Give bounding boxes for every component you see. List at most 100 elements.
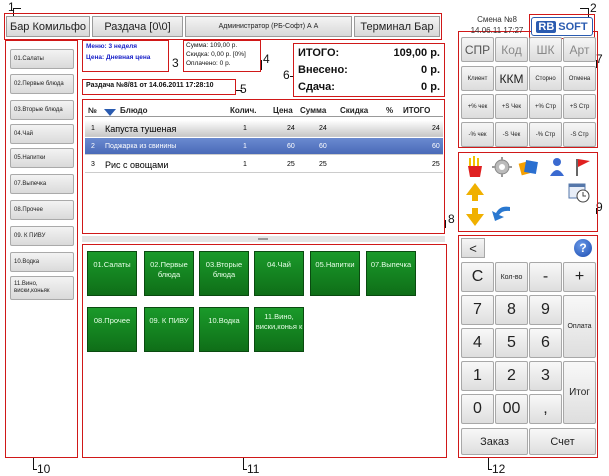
kkm-button[interactable]: ККМ <box>495 66 528 91</box>
person-icon[interactable] <box>545 155 569 179</box>
flag-icon[interactable] <box>571 155 595 179</box>
tile-button[interactable]: 05.Напитки <box>310 251 360 296</box>
row-qty: 1 <box>243 143 247 150</box>
client-button[interactable]: Клиент <box>461 66 494 91</box>
total-button[interactable]: Итог <box>563 361 596 424</box>
change-value: 0 р. <box>421 81 440 93</box>
comma-button[interactable]: , <box>529 394 562 424</box>
category-button[interactable]: 07.Выпечка <box>10 174 74 194</box>
shift-label: Смена №8 <box>477 15 517 24</box>
digit-3-button[interactable]: 3 <box>529 361 562 391</box>
arrow-up-icon[interactable] <box>463 180 487 204</box>
category-button[interactable]: 01.Салаты <box>10 49 74 69</box>
digit-4-button[interactable]: 4 <box>461 328 494 358</box>
col-percent: % <box>386 106 394 115</box>
arrow-down-icon[interactable] <box>463 205 487 229</box>
terminal-button[interactable]: Терминал Бар <box>354 16 440 37</box>
row-sum: 60 <box>319 143 327 150</box>
category-button[interactable]: 02.Первые блюда <box>10 74 74 94</box>
plus-pct-line-button[interactable]: +% Стр <box>529 94 562 119</box>
clear-button[interactable]: C <box>461 262 494 292</box>
mode-code-button[interactable]: Код <box>495 37 528 62</box>
minus-pct-check-button[interactable]: -% чек <box>461 122 494 147</box>
minus-sum-line-button[interactable]: -S Стр <box>563 122 596 147</box>
cards-icon[interactable] <box>517 155 541 179</box>
table-row-selected[interactable]: 2 Поджарка из свинины 1 60 60 60 <box>85 138 443 155</box>
order-button[interactable]: Заказ <box>461 428 528 455</box>
help-icon[interactable]: ? <box>574 239 592 257</box>
tile-button[interactable]: 11.Вино, виски,конья к <box>254 307 304 352</box>
callout-4: 4 <box>263 52 270 66</box>
splitter[interactable] <box>82 236 445 242</box>
clock-window-icon[interactable] <box>567 180 591 204</box>
bill-button[interactable]: Счет <box>529 428 596 455</box>
digit-5-button[interactable]: 5 <box>495 328 528 358</box>
tile-button[interactable]: 08.Прочее <box>87 307 137 352</box>
station-button[interactable]: Раздача [0\0] <box>92 16 183 37</box>
quantity-button[interactable]: Кол-во <box>495 262 528 292</box>
price-type: Цена: Дневная цена <box>86 54 151 61</box>
row-num: 3 <box>91 161 95 168</box>
minus-button[interactable]: - <box>529 262 562 292</box>
row-price: 24 <box>287 125 295 132</box>
menu-name: Меню: 3 неделя <box>86 43 138 50</box>
digit-1-button[interactable]: 1 <box>461 361 494 391</box>
row-dish: Поджарка из свинины <box>105 143 177 150</box>
tile-button[interactable]: 02.Первые блюда <box>144 251 194 296</box>
row-num: 2 <box>91 143 95 150</box>
tile-button[interactable]: 10.Водка <box>199 307 249 352</box>
logo-soft: SOFT <box>558 20 588 33</box>
category-button[interactable]: 09. К ПИВУ <box>10 226 74 246</box>
mode-spr-button[interactable]: СПР <box>461 37 494 62</box>
mode-art-button[interactable]: Арт <box>563 37 596 62</box>
digit-7-button[interactable]: 7 <box>461 295 494 325</box>
digit-00-button[interactable]: 00 <box>495 394 528 424</box>
back-button[interactable]: < <box>461 238 485 258</box>
col-total: ИТОГО <box>403 106 431 115</box>
table-row[interactable]: 1 Капуста тушеная 1 24 24 24 <box>85 120 443 137</box>
row-total: 60 <box>432 143 440 150</box>
mode-barcode-button[interactable]: ШК <box>529 37 562 62</box>
minus-sum-check-button[interactable]: -S Чек <box>495 122 528 147</box>
operator-button[interactable]: Администратор (РБ-Софт) А А <box>185 16 352 37</box>
tile-button[interactable]: 01.Салаты <box>87 251 137 296</box>
digit-2-button[interactable]: 2 <box>495 361 528 391</box>
minus-pct-line-button[interactable]: -% Стр <box>529 122 562 147</box>
tile-button[interactable]: 09. К ПИВУ <box>144 307 194 352</box>
row-sum: 24 <box>319 125 327 132</box>
digit-8-button[interactable]: 8 <box>495 295 528 325</box>
sum-value: Сумма: 109,00 р. <box>186 42 238 49</box>
row-price: 60 <box>287 143 295 150</box>
total-value: 109,00 р. <box>393 47 440 59</box>
digit-0-button[interactable]: 0 <box>461 394 494 424</box>
storno-button[interactable]: Сторно <box>529 66 562 91</box>
category-button[interactable]: 05.Напитки <box>10 148 74 168</box>
category-button[interactable]: 10.Водка <box>10 252 74 272</box>
fries-icon[interactable] <box>463 155 487 179</box>
tile-button[interactable]: 04.Чай <box>254 251 304 296</box>
change-label: Сдача: <box>298 81 335 93</box>
callout-12: 12 <box>492 462 506 476</box>
pay-button[interactable]: Оплата <box>563 295 596 358</box>
venue-button[interactable]: Бар Комильфо <box>6 16 90 37</box>
table-row[interactable]: 3 Рис с овощами 1 25 25 25 <box>85 156 443 173</box>
col-qty: Колич. <box>230 106 257 115</box>
plus-pct-check-button[interactable]: +% чек <box>461 94 494 119</box>
tile-button[interactable]: 07.Выпечка <box>366 251 416 296</box>
return-arrow-icon[interactable] <box>490 200 514 224</box>
plus-button[interactable]: + <box>563 262 596 292</box>
digit-9-button[interactable]: 9 <box>529 295 562 325</box>
gear-icon[interactable] <box>490 155 514 179</box>
digit-6-button[interactable]: 6 <box>529 328 562 358</box>
plus-sum-line-button[interactable]: +S Стр <box>563 94 596 119</box>
tile-button[interactable]: 03.Вторые блюда <box>199 251 249 296</box>
discount-value: Скидка: 0,00 р. [0%] <box>186 51 246 58</box>
category-button[interactable]: 04.Чай <box>10 124 74 144</box>
category-button[interactable]: 08.Прочее <box>10 200 74 220</box>
col-dish: Блюдо <box>120 106 148 115</box>
plus-sum-check-button[interactable]: +S Чек <box>495 94 528 119</box>
category-button[interactable]: 03.Вторые блюда <box>10 100 74 120</box>
callout-5: 5 <box>240 82 247 96</box>
category-button[interactable]: 11.Вино, виски,коньяк <box>10 276 74 300</box>
cancel-button[interactable]: Отмена <box>563 66 596 91</box>
